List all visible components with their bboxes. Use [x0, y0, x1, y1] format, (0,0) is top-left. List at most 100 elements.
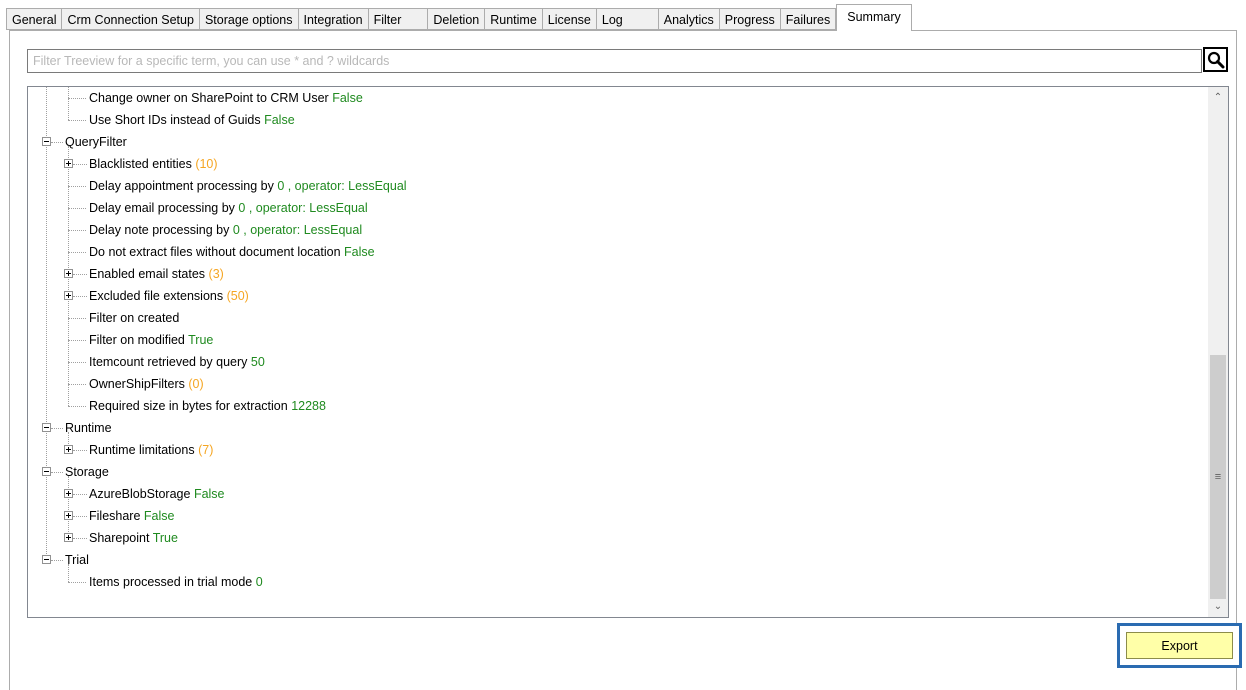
tree-node[interactable]: Use Short IDs instead of Guids False — [28, 109, 1208, 131]
tree-connector-line — [73, 164, 87, 166]
tree-node-label: Items processed in trial mode — [89, 575, 253, 589]
tree-node-label: Enabled email states — [89, 267, 206, 281]
tab-runtime[interactable]: Runtime — [485, 8, 543, 30]
tree-node[interactable]: Blacklisted entities (10) — [28, 153, 1208, 175]
tab-crm-connection-setup[interactable]: Crm Connection Setup — [62, 8, 200, 30]
tree-connector-line — [68, 120, 86, 122]
tab-failures[interactable]: Failures — [780, 8, 837, 30]
expand-icon[interactable] — [64, 159, 73, 168]
tree-node-text: Filter on modified True — [89, 329, 213, 351]
expand-icon[interactable] — [64, 291, 73, 300]
vertical-scrollbar[interactable]: ⌃ ≡ ⌄ — [1208, 87, 1228, 617]
expand-icon[interactable] — [64, 269, 73, 278]
tab-filter[interactable]: Filter — [368, 8, 429, 30]
tree-node-value: (50) — [226, 289, 249, 303]
tree-connector-line — [68, 384, 86, 386]
scrollbar-thumb[interactable]: ≡ — [1210, 355, 1226, 599]
tab-license[interactable]: License — [542, 8, 597, 30]
scroll-down-icon[interactable]: ⌄ — [1208, 598, 1228, 615]
tree-node-value: 0 , operator: LessEqual — [238, 201, 368, 215]
tree-node-label: Delay email processing by — [89, 201, 235, 215]
tree-node-text: Change owner on SharePoint to CRM User F… — [89, 87, 363, 109]
expand-icon[interactable] — [64, 533, 73, 542]
tree-node[interactable]: Items processed in trial mode 0 — [28, 571, 1208, 593]
tree-node-text: Required size in bytes for extraction 12… — [89, 395, 326, 417]
tree-node[interactable]: Sharepoint True — [28, 527, 1208, 549]
tree-node[interactable]: Required size in bytes for extraction 12… — [28, 395, 1208, 417]
tree-node-label: Itemcount retrieved by query — [89, 355, 248, 369]
tree-node[interactable]: Enabled email states (3) — [28, 263, 1208, 285]
tree-node-text: Storage — [65, 461, 109, 483]
collapse-icon[interactable] — [42, 555, 51, 564]
tree-group-node[interactable]: Runtime — [28, 417, 1208, 439]
tree-node-label: Runtime — [65, 421, 112, 435]
expand-icon[interactable] — [64, 511, 73, 520]
tree-node[interactable]: Change owner on SharePoint to CRM User F… — [28, 87, 1208, 109]
export-highlight: Export — [1117, 623, 1242, 668]
tab-log[interactable]: Log — [596, 8, 659, 30]
tree-node-text: Excluded file extensions (50) — [89, 285, 249, 307]
tree-node-text: Do not extract files without document lo… — [89, 241, 375, 263]
tree-node[interactable]: OwnerShipFilters (0) — [28, 373, 1208, 395]
tree-node-value: True — [188, 333, 214, 347]
collapse-icon[interactable] — [42, 137, 51, 146]
tree-connector-line — [68, 406, 86, 408]
tab-integration[interactable]: Integration — [298, 8, 369, 30]
scroll-up-icon[interactable]: ⌃ — [1208, 89, 1228, 106]
tree-filter-box — [27, 49, 1202, 73]
tree-connector-line — [73, 516, 87, 518]
tree-connector-line — [51, 472, 63, 474]
collapse-icon[interactable] — [42, 467, 51, 476]
expand-icon[interactable] — [64, 445, 73, 454]
tree-node[interactable]: AzureBlobStorage False — [28, 483, 1208, 505]
tree-node-label: Blacklisted entities — [89, 157, 192, 171]
tree-node-text: Blacklisted entities (10) — [89, 153, 218, 175]
tree-group-node[interactable]: Storage — [28, 461, 1208, 483]
tree-node-text: Enabled email states (3) — [89, 263, 224, 285]
tree-node-value: (7) — [198, 443, 214, 457]
tree-node-label: Excluded file extensions — [89, 289, 224, 303]
tree-node-text: Delay appointment processing by 0 , oper… — [89, 175, 407, 197]
tab-analytics[interactable]: Analytics — [658, 8, 720, 30]
tree-node-label: Fileshare — [89, 509, 141, 523]
summary-tree[interactable]: Change owner on SharePoint to CRM User F… — [27, 86, 1229, 618]
tab-deletion[interactable]: Deletion — [428, 8, 486, 30]
expand-icon[interactable] — [64, 489, 73, 498]
tree-connector-line — [68, 252, 86, 254]
tree-node-text: Itemcount retrieved by query 50 — [89, 351, 265, 373]
export-button[interactable]: Export — [1126, 632, 1233, 659]
tab-storage-options[interactable]: Storage options — [199, 8, 299, 30]
tree-node[interactable]: Filter on created — [28, 307, 1208, 329]
tree-node[interactable]: Runtime limitations (7) — [28, 439, 1208, 461]
tree-node-text: Runtime limitations (7) — [89, 439, 213, 461]
tree-node-label: Storage — [65, 465, 109, 479]
tab-summary[interactable]: Summary — [836, 4, 912, 31]
tab-strip: General Crm Connection Setup Storage opt… — [6, 4, 912, 31]
tree-node[interactable]: Fileshare False — [28, 505, 1208, 527]
tree-node-text: Fileshare False — [89, 505, 174, 527]
collapse-icon[interactable] — [42, 423, 51, 432]
tree-filter-input[interactable] — [28, 50, 1201, 72]
tree-node-text: QueryFilter — [65, 131, 127, 153]
tab-general[interactable]: General — [6, 8, 63, 30]
tree-node[interactable]: Filter on modified True — [28, 329, 1208, 351]
tree-node[interactable]: Do not extract files without document lo… — [28, 241, 1208, 263]
tree-node-text: Filter on created — [89, 307, 179, 329]
tab-progress[interactable]: Progress — [719, 8, 781, 30]
tree-node-text: Runtime — [65, 417, 112, 439]
tree-node[interactable]: Itemcount retrieved by query 50 — [28, 351, 1208, 373]
tree-group-node[interactable]: Trial — [28, 549, 1208, 571]
tree-connector-line — [68, 186, 86, 188]
tree-node-label: Runtime limitations — [89, 443, 195, 457]
search-button[interactable] — [1203, 47, 1228, 72]
tree-node[interactable]: Excluded file extensions (50) — [28, 285, 1208, 307]
tree-connector-line — [73, 274, 87, 276]
tree-node[interactable]: Delay note processing by 0 , operator: L… — [28, 219, 1208, 241]
tree-connector-line — [51, 560, 63, 562]
tree-node[interactable]: Delay appointment processing by 0 , oper… — [28, 175, 1208, 197]
tree-node[interactable]: Delay email processing by 0 , operator: … — [28, 197, 1208, 219]
tree-node-text: Trial — [65, 549, 89, 571]
tree-connector-line — [73, 494, 87, 496]
tree-group-node[interactable]: QueryFilter — [28, 131, 1208, 153]
tree-connector-line — [73, 538, 87, 540]
